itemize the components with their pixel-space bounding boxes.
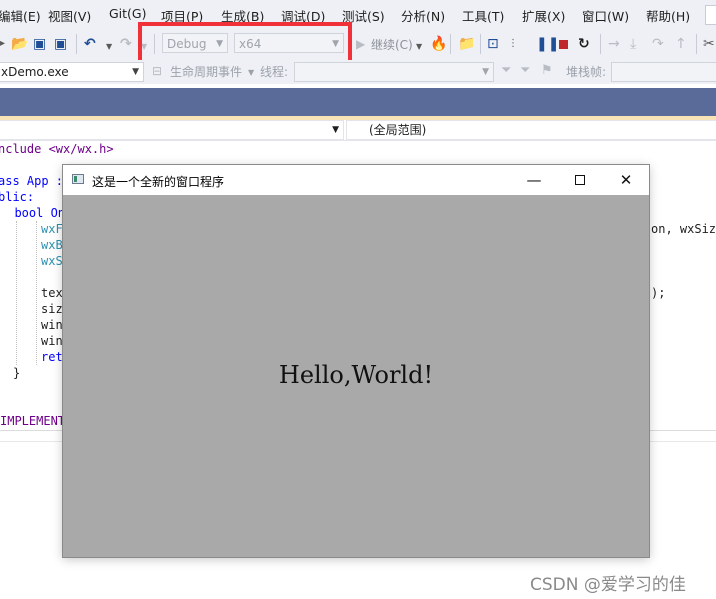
window-title-bar[interactable]: 这是一个全新的窗口程序 — ✕ [63,165,649,195]
menu-tools[interactable]: 工具(T) [462,6,504,25]
annotation-highlight-box [138,22,352,64]
lifecycle-dropdown-icon[interactable]: ▼ [248,65,254,81]
save-icon[interactable]: ▣ [33,36,46,52]
continue-button[interactable]: 继续(C) [371,36,413,53]
hot-reload-flame-icon[interactable]: 🔥 [430,36,447,52]
stackframe-select[interactable] [611,62,716,82]
code-line: } [13,366,21,380]
restart-icon[interactable]: ↻ [578,36,590,52]
maximize-icon [575,175,585,185]
step-into-icon[interactable]: ⤓ [630,36,636,52]
global-scope-select[interactable]: (全局范围) [346,120,716,140]
breakpoint-tool-icon[interactable]: ✂ [703,36,715,52]
code-line-tail: ); [651,286,666,300]
code-line: wxB [41,238,63,252]
window-title: 这是一个全新的窗口程序 [92,175,225,189]
menu-bar: 编辑(E) 视图(V) Git(G) 项目(P) 生成(B) 调试(D) 测试(… [0,0,716,28]
undo-dropdown-icon[interactable]: ▼ [106,39,112,55]
project-scope-select[interactable]: ▼ [0,120,344,140]
document-tab-well [0,88,716,116]
chevron-down-icon: ▼ [132,67,139,77]
app-window[interactable]: 这是一个全新的窗口程序 — ✕ Hello,World! [63,165,649,557]
toolbar-overflow-icon[interactable]: ⋮ [508,36,518,52]
code-line: wxF [41,222,63,236]
save-all-icon[interactable]: ▣ [54,36,67,52]
menu-analyze[interactable]: 分析(N) [401,6,445,25]
thread-label: 线程: [260,65,289,79]
menu-help[interactable]: 帮助(H) [646,6,690,25]
play-icon[interactable]: ▶ [356,36,365,52]
step-over-icon[interactable]: ↷ [652,36,664,52]
open-folder-icon[interactable]: 📂 [11,36,28,52]
find-in-files-icon[interactable]: 📁 [458,36,475,52]
search-box-stub[interactable] [705,5,716,25]
maximize-button[interactable] [557,165,603,195]
main-toolbar: ▸ 📂 ▣ ▣ ↶ ▼ ↷ ▼ Debug ▼ x64 ▼ ▶ 继续(C) ▼ … [0,28,716,60]
watermark: CSDN @爱学习的佳 [530,575,686,595]
code-line-tail: on, wxSiz [651,222,716,236]
redo-icon[interactable]: ↷ [120,36,132,52]
code-line: ass App : [0,174,64,188]
undo-icon[interactable]: ↶ [84,36,96,52]
code-navigation-bar: ▼ (全局范围) [0,120,716,141]
minimize-icon: — [526,171,542,189]
chevron-down-icon: ▼ [482,67,489,77]
global-scope-value: (全局范围) [369,123,427,137]
stop-icon[interactable] [559,40,568,49]
lifecycle-events-button[interactable]: 生命周期事件 [170,63,242,80]
code-line: wxS [41,254,63,268]
code-line: ret [41,350,63,364]
code-line: nclude <wx/wx.h> [0,142,114,156]
code-line: blic: [0,190,35,204]
overflow-arrow-icon[interactable]: ▸ [0,36,5,52]
code-line: tex [41,286,63,300]
process-select[interactable]: xDemo.exe ▼ [0,62,144,82]
debug-location-toolbar: xDemo.exe ▼ ⊟ 生命周期事件 ▼ 线程: ▼ ⏷ ⏷ ⚑ 堆栈帧: [0,60,716,84]
hello-text: Hello,World! [278,361,434,389]
indent-guide [16,221,17,365]
continue-dropdown-icon[interactable]: ▼ [416,39,422,55]
pause-icon[interactable]: ❚❚ [536,36,559,52]
code-line: win [41,318,63,332]
menu-git[interactable]: Git(G) [109,6,147,21]
show-next-statement-icon[interactable]: → [608,36,620,52]
clear-filter-icon[interactable]: ⏷ [520,63,530,79]
menu-view[interactable]: 视图(V) [48,6,91,25]
code-line: IMPLEMENT [0,414,66,428]
chevron-down-icon: ▼ [332,125,339,135]
code-line: win [41,334,63,348]
code-line: siz [41,302,63,316]
filter-icon[interactable]: ⏷ [501,63,511,79]
code-line: bool On [0,206,66,220]
process-value: xDemo.exe [1,65,69,79]
screenshot-icon[interactable]: ⊡ [487,36,499,52]
close-button[interactable]: ✕ [603,165,649,195]
menu-window[interactable]: 窗口(W) [582,6,629,25]
menu-edit[interactable]: 编辑(E) [0,6,41,25]
indent-guide [36,221,37,365]
thread-select[interactable]: ▼ [294,62,494,82]
lifecycle-events-icon[interactable]: ⊟ [152,63,162,79]
minimize-button[interactable]: — [511,165,557,195]
close-icon: ✕ [619,171,633,189]
step-out-icon[interactable]: ↑ [675,36,687,52]
flag-threads-icon[interactable]: ⚑ [541,63,553,79]
menu-extensions[interactable]: 扩展(X) [522,6,565,25]
stackframe-label: 堆栈帧: [566,65,607,79]
app-icon [72,174,84,184]
